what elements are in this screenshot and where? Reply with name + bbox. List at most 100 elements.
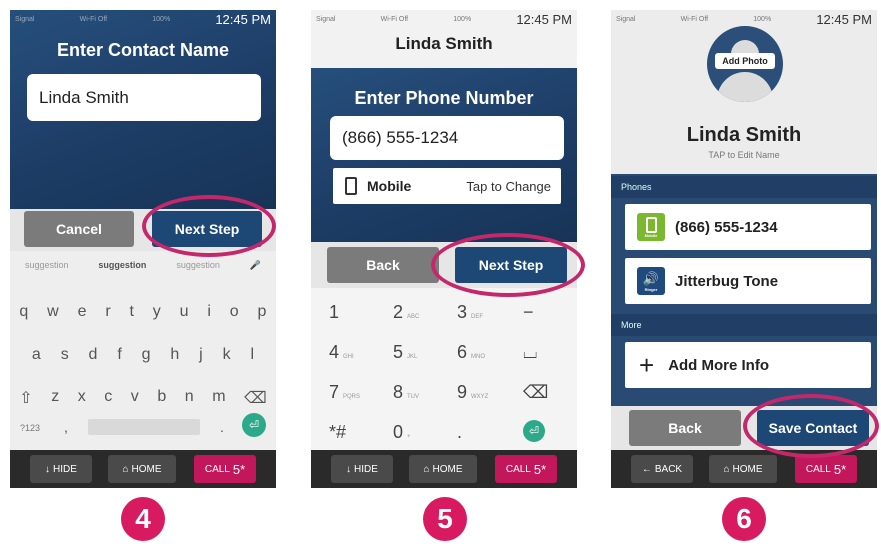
avatar-body-icon <box>717 72 773 102</box>
dial-key[interactable]: 5 JKL <box>393 342 417 363</box>
home-label: HOME <box>131 463 162 475</box>
shift-icon[interactable]: ⇧ <box>19 388 32 408</box>
step-number-badge: 6 <box>722 497 766 541</box>
more-section-label: More <box>611 314 877 336</box>
key-o[interactable]: o <box>230 303 239 321</box>
suggestion-item[interactable]: suggestion <box>98 260 146 270</box>
add-more-info-row[interactable]: + Add More Info <box>625 342 871 388</box>
phone-number-row[interactable]: Mobile (866) 555-1234 <box>625 204 871 250</box>
dial-key[interactable]: ⌴ <box>523 342 537 363</box>
five-star-label: 5* <box>833 461 847 477</box>
key-u[interactable]: u <box>180 303 189 321</box>
period-key[interactable]: . <box>220 419 224 435</box>
dial-key[interactable]: . <box>457 422 462 443</box>
key-z[interactable]: z <box>51 388 59 408</box>
add-more-info-label: Add More Info <box>668 356 770 374</box>
key-d[interactable]: d <box>89 346 98 364</box>
key-i[interactable]: i <box>207 303 211 321</box>
phone-number-value: (866) 555-1234 <box>675 218 778 236</box>
microphone-icon[interactable]: 🎤 <box>250 260 261 271</box>
dial-key[interactable]: 1 <box>329 302 339 323</box>
key-j[interactable]: j <box>199 346 203 364</box>
contact-name-input[interactable]: Linda Smith <box>27 74 261 121</box>
back-nav-button[interactable]: ← BACK <box>631 455 693 483</box>
hide-button[interactable]: ↓ HIDE <box>30 455 92 483</box>
hide-button[interactable]: ↓ HIDE <box>331 455 393 483</box>
call-five-star-button[interactable]: CALL 5* <box>194 455 256 483</box>
key-a[interactable]: a <box>32 346 41 364</box>
suggestion-strip: suggestion suggestion suggestion 🎤 <box>10 251 276 279</box>
dial-key-digit: 4 <box>329 342 340 362</box>
key-s[interactable]: s <box>61 346 69 364</box>
contact-name[interactable]: Linda Smith <box>611 124 877 147</box>
speaker-icon: 🔊 Ringer <box>637 267 665 295</box>
dial-key[interactable]: 7 PQRS <box>329 382 360 403</box>
space-key[interactable] <box>88 419 200 435</box>
back-button[interactable]: Back <box>629 410 741 446</box>
key-l[interactable]: l <box>250 346 254 364</box>
key-q[interactable]: q <box>19 303 28 321</box>
key-p[interactable]: p <box>258 303 267 321</box>
home-button[interactable]: ⌂ HOME <box>409 455 477 483</box>
dial-key-digit: − <box>523 302 534 322</box>
wifi-indicator: Wi-Fi Off <box>680 15 709 23</box>
suggestion-item[interactable]: suggestion <box>176 260 220 270</box>
dial-key-digit: 8 <box>393 382 404 402</box>
dial-key[interactable]: 6 MNO <box>457 342 485 363</box>
backspace-icon[interactable]: ⌫ <box>244 388 267 408</box>
dial-key[interactable]: − <box>523 302 534 323</box>
dial-key[interactable]: 0 + <box>393 422 411 443</box>
key-e[interactable]: e <box>78 303 87 321</box>
mobile-tag: Mobile <box>644 232 658 238</box>
dial-key-digit: 5 <box>393 342 404 362</box>
ringtone-row[interactable]: 🔊 Ringer Jitterbug Tone <box>625 258 871 304</box>
key-n[interactable]: n <box>185 388 194 408</box>
status-time: 12:45 PM <box>516 11 572 27</box>
dial-key-letters: DEF <box>471 314 484 320</box>
add-photo-button[interactable]: Add Photo <box>715 53 775 69</box>
cancel-button[interactable]: Cancel <box>24 211 134 247</box>
back-button[interactable]: Back <box>327 247 439 283</box>
dial-key[interactable]: 2 ABC <box>393 302 419 323</box>
key-k[interactable]: k <box>223 346 231 364</box>
key-w[interactable]: w <box>47 303 59 321</box>
call-five-star-button[interactable]: CALL 5* <box>495 455 557 483</box>
key-x[interactable]: x <box>78 388 86 408</box>
home-button[interactable]: ⌂ HOME <box>709 455 777 483</box>
key-f[interactable]: f <box>117 346 121 364</box>
key-g[interactable]: g <box>142 346 151 364</box>
key-b[interactable]: b <box>157 388 166 408</box>
arrow-down-icon: ↓ <box>45 463 51 475</box>
home-button[interactable]: ⌂ HOME <box>108 455 176 483</box>
dial-key[interactable]: 8 TUV <box>393 382 419 403</box>
dial-key-digit: 0 <box>393 422 404 442</box>
dial-key[interactable]: ⌫ <box>523 382 548 403</box>
phone-number-input[interactable]: (866) 555-1234 <box>330 116 564 160</box>
hide-label: HIDE <box>53 463 77 475</box>
key-t[interactable]: t <box>130 303 134 321</box>
tap-to-edit-hint: TAP to Edit Name <box>708 150 780 160</box>
enter-icon[interactable]: ⏎ <box>242 413 266 437</box>
call-five-star-button[interactable]: CALL 5* <box>795 455 857 483</box>
wifi-indicator: Wi-Fi Off <box>79 15 108 23</box>
avatar[interactable]: Add Photo <box>707 26 783 102</box>
key-h[interactable]: h <box>170 346 179 364</box>
key-r[interactable]: r <box>105 303 110 321</box>
dial-key[interactable]: *# <box>329 422 346 443</box>
battery-indicator: 100% <box>753 15 772 23</box>
system-bar: ↓ HIDE ⌂ HOME CALL 5* <box>10 450 276 488</box>
dial-key-letters: GHI <box>343 354 354 360</box>
key-m[interactable]: m <box>212 388 225 408</box>
suggestion-item[interactable]: suggestion <box>25 260 69 270</box>
dial-key[interactable]: 9 WXYZ <box>457 382 488 403</box>
dial-key[interactable]: ⏎ <box>523 420 545 442</box>
key-y[interactable]: y <box>153 303 161 321</box>
key-v[interactable]: v <box>131 388 139 408</box>
dial-key[interactable]: 3 DEF <box>457 302 483 323</box>
dial-key[interactable]: 4 GHI <box>329 342 354 363</box>
symbols-key[interactable]: ?123 <box>20 423 40 433</box>
phone-type-selector[interactable]: Mobile Tap to Change <box>333 168 561 204</box>
comma-key[interactable]: , <box>64 419 68 435</box>
five-star-label: 5* <box>232 461 246 477</box>
key-c[interactable]: c <box>104 388 112 408</box>
